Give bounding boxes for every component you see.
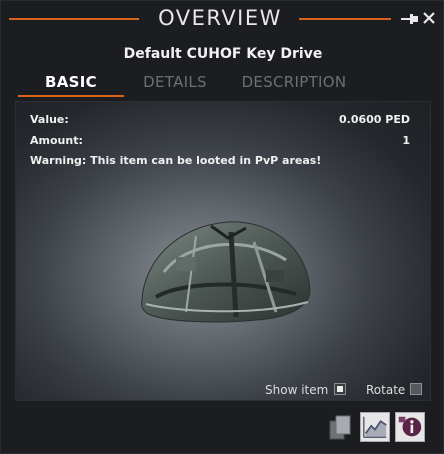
item-name: Default CUHOF Key Drive	[123, 46, 323, 62]
show-item-checkbox[interactable]	[334, 383, 346, 395]
show-item-label: Show item	[265, 383, 329, 397]
item-3d-model[interactable]	[136, 212, 316, 327]
value-label: Value:	[30, 113, 69, 126]
window-title: OVERVIEW	[158, 6, 282, 30]
item-preview-panel: Value: 0.0600 PED Amount: 1 Warning: Thi…	[15, 101, 431, 401]
active-tab-indicator	[18, 95, 124, 97]
overview-window: OVERVIEW Default CUHOF Key Drive BASIC D…	[0, 0, 444, 454]
copy-icon[interactable]	[326, 412, 356, 442]
tab-description[interactable]: DESCRIPTION	[235, 73, 353, 97]
title-accent-left	[9, 18, 139, 20]
info-icon[interactable]	[395, 412, 425, 442]
rotate-checkbox[interactable]	[410, 383, 422, 395]
close-icon[interactable]	[422, 11, 436, 25]
title-bar[interactable]: OVERVIEW	[1, 1, 444, 39]
pvp-warning: Warning: This item can be looted in PvP …	[30, 154, 322, 167]
value-amount: 0.0600 PED	[339, 113, 410, 126]
rotate-label: Rotate	[366, 383, 406, 397]
amount-label: Amount:	[30, 134, 83, 147]
pin-icon[interactable]	[401, 12, 419, 26]
amount-value: 1	[402, 134, 410, 147]
chart-icon[interactable]	[360, 412, 390, 442]
title-accent-right	[299, 18, 391, 20]
tab-basic[interactable]: BASIC	[18, 73, 124, 97]
tab-details[interactable]: DETAILS	[133, 73, 217, 97]
